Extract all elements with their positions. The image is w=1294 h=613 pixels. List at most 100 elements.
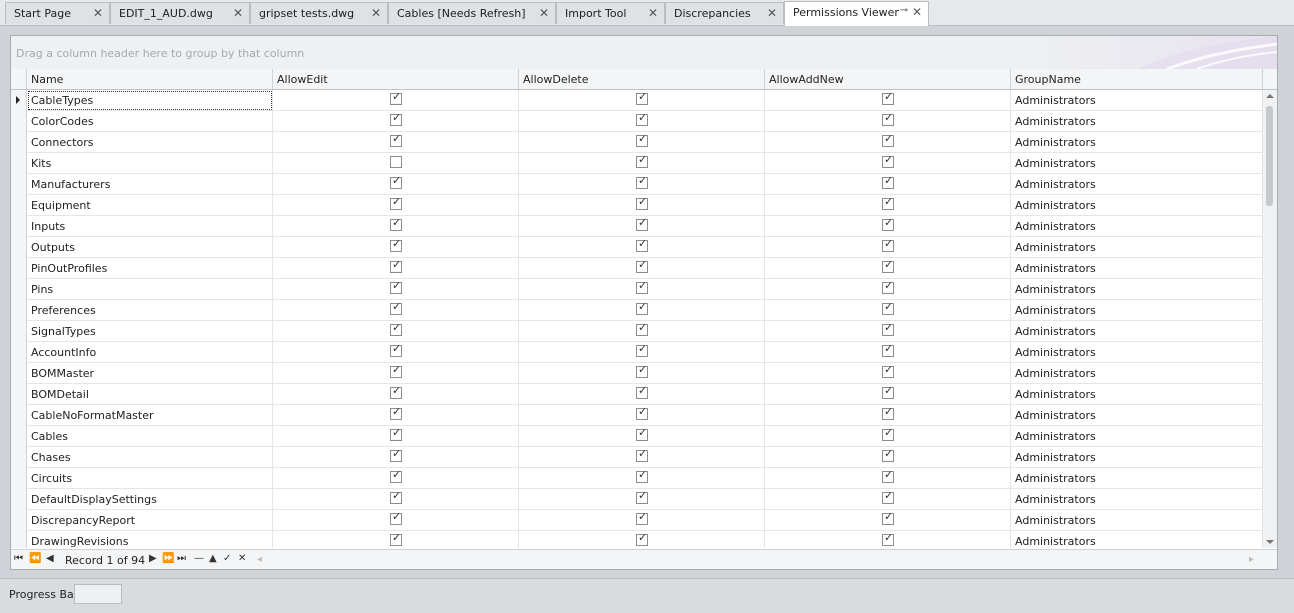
row-indicator[interactable] — [11, 426, 27, 447]
cell-groupname[interactable]: Administrators — [1011, 384, 1263, 405]
row-indicator[interactable] — [11, 531, 27, 548]
table-row[interactable]: BOMMaster ✓ ✓ ✓ Administrators — [11, 363, 1263, 384]
pin-icon[interactable]: ⊸ — [900, 5, 908, 16]
checkbox[interactable]: ✓ — [636, 301, 648, 315]
checkbox[interactable]: ✓ — [390, 322, 402, 336]
cell-name[interactable]: AccountInfo — [27, 342, 273, 363]
tab-gripset-tests[interactable]: gripset tests.dwg ✕ — [250, 2, 388, 24]
row-indicator[interactable] — [11, 300, 27, 321]
last-record-icon[interactable]: ⏭ — [177, 553, 186, 564]
checkbox[interactable]: ✓ — [390, 448, 402, 462]
row-indicator[interactable] — [11, 342, 27, 363]
cell-name[interactable]: Chases — [27, 447, 273, 468]
row-indicator[interactable] — [11, 447, 27, 468]
cell-groupname[interactable]: Administrators — [1011, 468, 1263, 489]
checkbox[interactable]: ✓ — [636, 322, 648, 336]
cell-name[interactable]: Connectors — [27, 132, 273, 153]
row-indicator[interactable] — [11, 237, 27, 258]
checkbox[interactable]: ✓ — [390, 490, 402, 504]
checkbox[interactable]: ✓ — [882, 91, 894, 105]
checkbox[interactable]: ✓ — [882, 217, 894, 231]
checkbox[interactable]: ✓ — [882, 343, 894, 357]
checkbox[interactable]: ✓ — [882, 133, 894, 147]
close-icon[interactable]: ✕ — [233, 6, 243, 20]
scroll-down-icon[interactable] — [1266, 540, 1274, 544]
checkbox[interactable]: ✓ — [390, 112, 402, 126]
table-row[interactable]: Pins ✓ ✓ ✓ Administrators — [11, 279, 1263, 300]
checkbox[interactable]: ✓ — [882, 385, 894, 399]
checkbox[interactable]: ✓ — [390, 217, 402, 231]
checkbox[interactable]: ✓ — [882, 322, 894, 336]
checkbox[interactable]: ✓ — [636, 406, 648, 420]
checkbox[interactable]: ✓ — [390, 133, 402, 147]
row-indicator[interactable] — [11, 132, 27, 153]
checkbox[interactable]: ✓ — [390, 175, 402, 189]
column-header-allowaddnew[interactable]: AllowAddNew — [765, 69, 1011, 89]
cell-name[interactable]: ColorCodes — [27, 111, 273, 132]
checkbox[interactable]: ✓ — [882, 301, 894, 315]
checkbox[interactable]: ✓ — [636, 343, 648, 357]
cell-name[interactable]: Circuits — [27, 468, 273, 489]
tab-start-page[interactable]: Start Page ✕ — [5, 2, 110, 24]
row-indicator[interactable] — [11, 321, 27, 342]
checkbox[interactable]: ✓ — [882, 490, 894, 504]
checkbox[interactable]: ✓ — [636, 154, 648, 168]
table-row[interactable]: ColorCodes ✓ ✓ ✓ Administrators — [11, 111, 1263, 132]
cell-name[interactable]: Pins — [27, 279, 273, 300]
checkbox[interactable]: ✓ — [882, 532, 894, 546]
scroll-left-icon[interactable]: ◂ — [257, 554, 262, 565]
column-header-allowedit[interactable]: AllowEdit — [273, 69, 519, 89]
checkbox[interactable]: ✓ — [390, 427, 402, 441]
end-edit-icon[interactable]: ✓ — [223, 553, 231, 564]
checkbox[interactable]: ✓ — [882, 196, 894, 210]
checkbox[interactable]: ✓ — [636, 238, 648, 252]
row-indicator[interactable] — [11, 153, 27, 174]
checkbox[interactable]: ✓ — [390, 91, 402, 105]
cell-groupname[interactable]: Administrators — [1011, 426, 1263, 447]
cell-groupname[interactable]: Administrators — [1011, 447, 1263, 468]
tab-cables[interactable]: Cables [Needs Refresh] ✕ — [388, 2, 556, 24]
cell-name[interactable]: Equipment — [27, 195, 273, 216]
cell-name[interactable]: CableTypes — [27, 90, 273, 111]
table-row[interactable]: Chases ✓ ✓ ✓ Administrators — [11, 447, 1263, 468]
checkbox[interactable]: ✓ — [636, 448, 648, 462]
row-indicator[interactable] — [11, 279, 27, 300]
checkbox[interactable]: ✓ — [390, 511, 402, 525]
checkbox[interactable]: ✓ — [390, 259, 402, 273]
tab-discrepancies[interactable]: Discrepancies ✕ — [665, 2, 784, 24]
table-row[interactable]: Circuits ✓ ✓ ✓ Administrators — [11, 468, 1263, 489]
checkbox[interactable]: ✓ — [390, 406, 402, 420]
cell-groupname[interactable]: Administrators — [1011, 531, 1263, 548]
checkbox[interactable]: ✓ — [882, 427, 894, 441]
tab-permissions-viewer[interactable]: Permissions Viewer ⊸ ✕ — [784, 1, 929, 26]
group-by-panel[interactable]: Drag a column header here to group by th… — [11, 36, 1277, 70]
tab-import-tool[interactable]: Import Tool ✕ — [556, 2, 665, 24]
cell-groupname[interactable]: Administrators — [1011, 300, 1263, 321]
checkbox[interactable]: ✓ — [636, 91, 648, 105]
row-indicator[interactable] — [11, 384, 27, 405]
table-row[interactable]: AccountInfo ✓ ✓ ✓ Administrators — [11, 342, 1263, 363]
close-icon[interactable]: ✕ — [912, 5, 922, 19]
cell-groupname[interactable]: Administrators — [1011, 111, 1263, 132]
table-row[interactable]: CableNoFormatMaster ✓ ✓ ✓ Administrators — [11, 405, 1263, 426]
cell-name[interactable]: Cables — [27, 426, 273, 447]
table-row[interactable]: Inputs ✓ ✓ ✓ Administrators — [11, 216, 1263, 237]
edit-record-icon[interactable]: ▲ — [209, 553, 217, 564]
close-icon[interactable]: ✕ — [767, 6, 777, 20]
cell-groupname[interactable]: Administrators — [1011, 489, 1263, 510]
checkbox[interactable]: ✓ — [882, 238, 894, 252]
column-header-groupname[interactable]: GroupName — [1011, 69, 1263, 89]
checkbox[interactable]: ✓ — [636, 427, 648, 441]
table-row[interactable]: Kits ✓ ✓ Administrators — [11, 153, 1263, 174]
table-row[interactable]: Manufacturers ✓ ✓ ✓ Administrators — [11, 174, 1263, 195]
scroll-thumb[interactable] — [1266, 106, 1273, 206]
cell-groupname[interactable]: Administrators — [1011, 321, 1263, 342]
first-record-icon[interactable]: ⏮ — [14, 553, 23, 564]
table-row[interactable]: CableTypes ✓ ✓ ✓ Administrators — [11, 90, 1263, 111]
delete-record-icon[interactable]: — — [194, 553, 204, 564]
prev-record-icon[interactable]: ◀ — [46, 553, 54, 564]
cell-name[interactable]: DrawingRevisions — [27, 531, 273, 548]
close-icon[interactable]: ✕ — [648, 6, 658, 20]
cell-name[interactable]: BOMDetail — [27, 384, 273, 405]
checkbox[interactable]: ✓ — [882, 259, 894, 273]
